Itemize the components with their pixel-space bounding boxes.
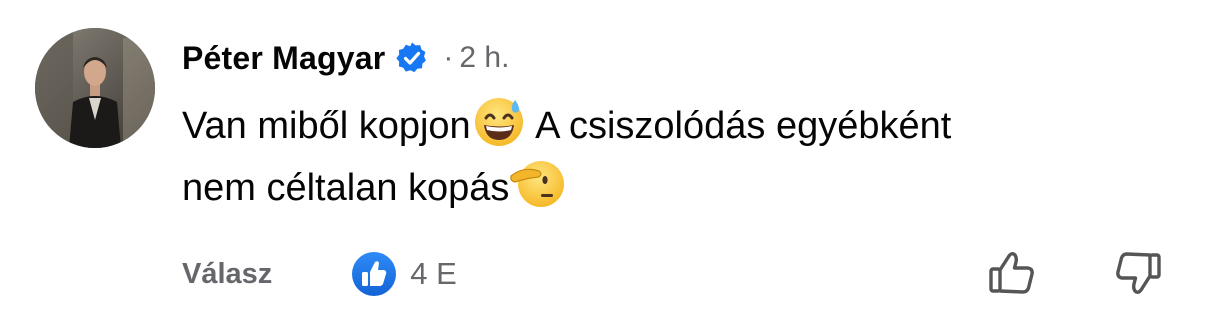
meta-separator: · <box>443 41 454 74</box>
reaction-count: 4 E <box>410 256 457 291</box>
author-name[interactable]: Péter Magyar <box>182 40 385 77</box>
reaction-summary[interactable]: 4 E <box>350 250 457 298</box>
verified-badge-icon <box>395 41 429 75</box>
comment-line-1: Van miből kopjon A csiszolódás egyébként <box>182 92 1162 154</box>
comment-text: Van miből kopjon A csiszolódás egyébként… <box>182 92 1162 216</box>
avatar[interactable] <box>35 28 155 148</box>
saluting-face-emoji-icon <box>509 154 565 210</box>
like-icon <box>350 250 398 298</box>
thumbs-up-outline-icon[interactable] <box>986 246 1040 300</box>
reply-button[interactable]: Válasz <box>182 258 272 291</box>
thumbs-down-outline-icon[interactable] <box>1110 246 1164 300</box>
comment-actions: Válasz 4 E <box>182 250 457 298</box>
comment-header: Péter Magyar · 2 h. <box>182 36 509 80</box>
comment-text-segment: nem céltalan kopás <box>182 167 510 209</box>
comment: Péter Magyar · 2 h. Van miből kopjon A c… <box>0 0 1206 329</box>
comment-line-2: nem céltalan kopás <box>182 154 1162 216</box>
comment-text-segment: A csiszolódás egyébként <box>526 105 952 147</box>
timestamp[interactable]: 2 h. <box>459 41 509 75</box>
comment-text-segment: Van miből kopjon <box>182 105 471 147</box>
sweat-smile-emoji-icon <box>471 92 527 148</box>
